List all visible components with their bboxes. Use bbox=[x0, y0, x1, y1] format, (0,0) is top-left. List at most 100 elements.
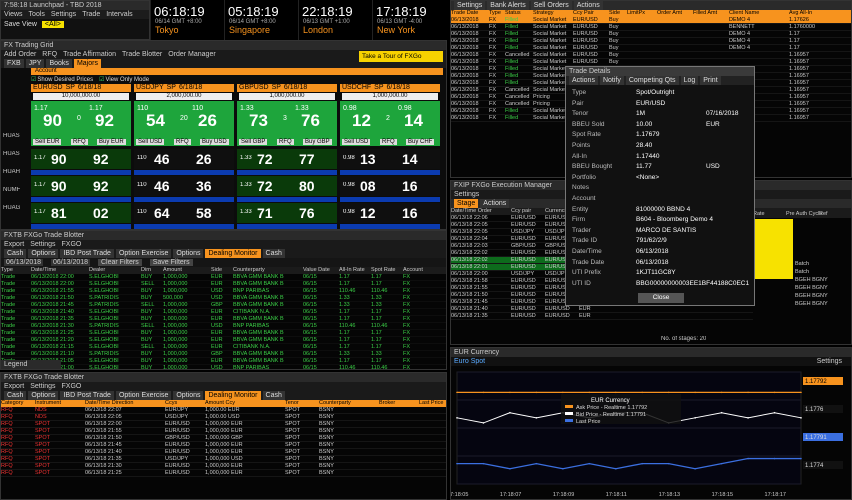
bid-price[interactable]: 73 bbox=[249, 111, 268, 131]
table-row[interactable]: RFQ NDS 06/13/18 22:05 USD/JPY 1,000.00 USD S… bbox=[1, 414, 446, 421]
column-header[interactable]: Type bbox=[1, 267, 31, 274]
column-header[interactable]: All-In Rate bbox=[339, 267, 371, 274]
blotter-menu-item[interactable]: Export bbox=[4, 241, 24, 248]
buy-button[interactable]: Buy GBP bbox=[303, 139, 332, 145]
order-tab[interactable]: Sell Orders bbox=[530, 1, 572, 10]
blotter-tab[interactable]: Cash bbox=[262, 249, 285, 258]
column-header[interactable]: Tenor bbox=[285, 400, 319, 407]
grid-price-cell[interactable]: 1.33 72 80 bbox=[237, 176, 337, 196]
side-label[interactable]: HUAS bbox=[3, 133, 29, 139]
menu-item-views[interactable]: Views bbox=[4, 11, 23, 18]
price-tile[interactable]: USDCHF SP 6/18/18 1,000,000.00 0.98 12 2 0.98 14… bbox=[340, 84, 440, 146]
tile-amount-input[interactable]: 1,000,000.00 bbox=[342, 93, 438, 100]
blotter-tab[interactable]: Dealing Monitor bbox=[205, 391, 261, 400]
column-header[interactable]: Counterparty bbox=[233, 267, 303, 274]
blotter-tab[interactable]: IBD Post Trade bbox=[60, 391, 114, 400]
row-ask[interactable]: 80 bbox=[299, 178, 315, 194]
blotter-tab[interactable]: Option Exercise bbox=[115, 391, 172, 400]
row-ask[interactable]: 02 bbox=[93, 205, 109, 221]
date-to-input[interactable]: 06/13/2018 bbox=[51, 259, 91, 266]
column-header[interactable]: Ref bbox=[819, 211, 851, 218]
row-ask[interactable]: 76 bbox=[299, 205, 315, 221]
column-header[interactable]: Last Price bbox=[419, 400, 445, 407]
table-row[interactable]: RFQ SPOT 06/13/18 21:25 EUR/USD 1,000,000 EU… bbox=[1, 470, 446, 477]
table-row[interactable]: Trade 06/13/2018 22:00 S.ELGHOBI BUY 1,000,0… bbox=[1, 274, 446, 281]
row-bid[interactable]: 08 bbox=[360, 178, 376, 194]
row-bid[interactable]: 64 bbox=[154, 205, 170, 221]
tile-pair[interactable]: USDJPY bbox=[136, 84, 164, 91]
table-row[interactable]: Trade 06/13/2018 21:45 S.PATRIDIS SELL 1,000… bbox=[1, 302, 446, 309]
ask-price[interactable]: 14 bbox=[404, 111, 423, 131]
legend-button[interactable]: Legend bbox=[1, 360, 61, 369]
checkbox-icon[interactable]: ☑ bbox=[99, 77, 104, 83]
blotter-tab[interactable]: Options bbox=[28, 391, 59, 400]
grid-price-cell[interactable]: 1.33 71 76 bbox=[237, 203, 337, 223]
column-header[interactable]: Amount bbox=[163, 267, 211, 274]
side-label[interactable]: HUAH bbox=[3, 169, 29, 175]
column-header[interactable]: LimitPx bbox=[627, 10, 657, 17]
table-row[interactable]: RFQ SPOT 06/13/18 21:30 EUR/USD 1,000,000 EU… bbox=[1, 463, 446, 470]
sell-button[interactable]: Sell EUR bbox=[33, 139, 62, 145]
rfq-button[interactable]: RFQ bbox=[277, 139, 294, 145]
column-header[interactable]: Date/Time Order bbox=[451, 208, 511, 215]
grid-price-cell[interactable]: 0.98 13 14 bbox=[340, 149, 440, 169]
row-bid[interactable]: 81 bbox=[51, 205, 67, 221]
column-header[interactable]: Strategy bbox=[533, 10, 573, 17]
column-header[interactable]: Date/Time Direction bbox=[85, 400, 165, 407]
chart-settings-button[interactable]: Settings bbox=[817, 357, 842, 366]
grid-price-cell[interactable]: 110 64 58 bbox=[134, 203, 234, 223]
grid-tab[interactable]: Books bbox=[46, 59, 72, 68]
ask-price[interactable]: 76 bbox=[301, 111, 320, 131]
close-button[interactable]: Close bbox=[638, 293, 684, 303]
row-bid[interactable]: 90 bbox=[51, 178, 67, 194]
table-row[interactable]: RFQ NDS 06/13/18 22:07 EUR/JPY 1,000.00 EUR S… bbox=[1, 407, 446, 414]
blotter-menu-item[interactable]: Settings bbox=[30, 383, 55, 390]
column-header[interactable]: Instrument bbox=[35, 400, 85, 407]
grid-tab[interactable]: FXB bbox=[4, 59, 24, 68]
column-header[interactable]: Pre Auth Cycle bbox=[786, 211, 822, 218]
row-ask[interactable]: 58 bbox=[196, 205, 212, 221]
execution-tab[interactable]: Actions bbox=[480, 199, 510, 208]
column-header[interactable]: Filled Amt bbox=[693, 10, 729, 17]
menu-item-settings[interactable]: Settings bbox=[51, 11, 76, 18]
tile-amount-input[interactable]: 2,000,000.00 bbox=[136, 93, 232, 100]
row-bid[interactable]: 72 bbox=[257, 151, 273, 167]
column-header[interactable]: Ccy pair bbox=[511, 208, 545, 215]
tile-pair[interactable]: USDCHF bbox=[342, 84, 371, 91]
row-bid[interactable]: 13 bbox=[360, 151, 376, 167]
details-tab[interactable]: Competing Qts bbox=[625, 76, 679, 85]
row-ask[interactable]: 92 bbox=[93, 178, 109, 194]
blotter-tab[interactable]: IBD Post Trade bbox=[60, 249, 114, 258]
table-row[interactable]: Trade06/13/2018 21:00S.ELGHOBIBUY1,000,0… bbox=[1, 365, 446, 369]
sell-button[interactable]: Sell GBP bbox=[239, 139, 268, 145]
order-tab[interactable]: Bank Alerts bbox=[487, 1, 529, 10]
table-row[interactable]: Trade 06/13/2018 21:25 S.ELGHOBI BUY 1,000,0… bbox=[1, 330, 446, 337]
grid-price-cell[interactable]: 1.17 90 92 bbox=[31, 176, 131, 196]
table-row[interactable]: 06/13/2018 FX Filled Social Market EUR/USD Bu… bbox=[451, 59, 851, 66]
column-header[interactable]: Date/Time bbox=[31, 267, 89, 274]
row-bid[interactable]: 71 bbox=[257, 205, 273, 221]
table-row[interactable]: 06/13/2018 FX Filled Social Market EUR/USD Bu… bbox=[451, 31, 851, 38]
blotter-tab[interactable]: Dealing Monitor bbox=[205, 249, 261, 258]
row-bid[interactable]: 72 bbox=[257, 178, 273, 194]
row-ask[interactable]: 16 bbox=[402, 178, 418, 194]
grid-menu-item[interactable]: Add Order bbox=[4, 51, 36, 58]
column-header[interactable]: Status bbox=[505, 10, 533, 17]
column-header[interactable]: Side bbox=[211, 267, 233, 274]
table-row[interactable]: 06/13/2018 FX Filled Social Market EUR/USD Bu… bbox=[451, 17, 851, 24]
column-header[interactable]: Account bbox=[403, 267, 433, 274]
table-row[interactable]: Trade 06/13/2018 21:50 S.PATRIDIS BUY 500,00… bbox=[1, 295, 446, 302]
buy-button[interactable]: Buy CHF bbox=[406, 139, 435, 145]
grid-tab[interactable]: Majors bbox=[73, 59, 101, 68]
column-header[interactable]: Dealer bbox=[89, 267, 141, 274]
rfq-button[interactable]: RFQ bbox=[380, 139, 397, 145]
column-header[interactable]: Category bbox=[1, 400, 35, 407]
tile-amount-input[interactable]: 1,000,000.00 bbox=[239, 93, 335, 100]
table-row[interactable]: Trade 06/13/2018 21:30 S.PATRIDIS SELL 1,000… bbox=[1, 323, 446, 330]
menu-item-trade[interactable]: Trade bbox=[82, 11, 100, 18]
column-header[interactable]: Dirn bbox=[141, 267, 163, 274]
buy-button[interactable]: Buy EUR bbox=[97, 139, 126, 145]
sell-button[interactable]: Sell USD bbox=[136, 139, 165, 145]
row-ask[interactable]: 36 bbox=[196, 178, 212, 194]
grid-price-cell[interactable]: 1.33 72 77 bbox=[237, 149, 337, 169]
